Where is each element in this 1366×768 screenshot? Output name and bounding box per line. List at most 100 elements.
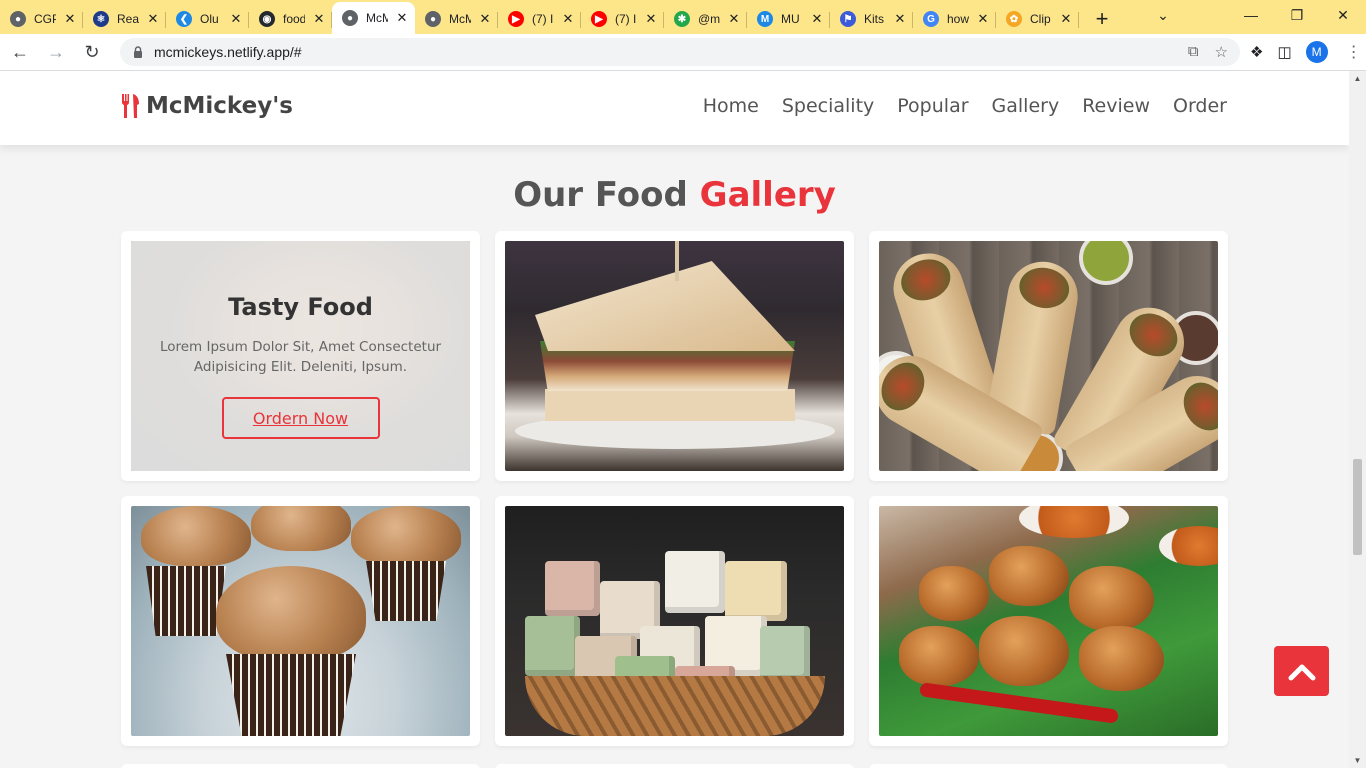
restore-button[interactable]: ❐ (1274, 0, 1320, 30)
minimize-button[interactable]: — (1228, 0, 1274, 30)
tab-title: (7) I (615, 12, 637, 26)
forward-button[interactable]: → (40, 36, 72, 68)
tab-title: Kits (864, 12, 885, 26)
browser-tab[interactable]: ✱ @m ✕ (664, 4, 747, 34)
utensils-icon (121, 94, 139, 118)
burger-image: Tasty Food Lorem Ipsum Dolor Sit, Amet C… (131, 241, 470, 471)
tab-close-icon[interactable]: ✕ (478, 11, 492, 27)
card-description: Lorem Ipsum Dolor Sit, Amet Consectetur … (159, 339, 442, 375)
tab-close-icon[interactable]: ✕ (63, 11, 77, 27)
share-icon[interactable]: ⧉ (1188, 43, 1199, 61)
tab-close-icon[interactable]: ✕ (312, 11, 326, 27)
nav-popular[interactable]: Popular (897, 95, 968, 117)
site-header: McMickey's Home Speciality Popular Galle… (0, 71, 1349, 145)
heading-prefix: Our Food (513, 175, 688, 215)
tab-close-icon[interactable]: ✕ (561, 11, 575, 27)
browser-tab[interactable]: ● McM ✕ (332, 2, 415, 34)
browser-tab[interactable]: ▶ (7) I ✕ (498, 4, 581, 34)
close-window-button[interactable]: ✕ (1320, 0, 1366, 30)
extensions-puzzle-icon[interactable]: ❖ (1250, 43, 1263, 61)
card-title: Tasty Food (228, 293, 373, 321)
tab-title: McM (449, 12, 471, 26)
scrollbar-thumb[interactable] (1353, 459, 1362, 555)
site-logo[interactable]: McMickey's (120, 93, 293, 119)
gallery-card-soap[interactable] (495, 496, 854, 746)
gallery-card-cupcakes[interactable] (121, 496, 480, 746)
browser-tab[interactable]: ▶ (7) I ✕ (581, 4, 664, 34)
browser-toolbar: ← → ↻ mcmickeys.netlify.app/# ⧉ ☆ ❖ ◫ M … (0, 34, 1366, 71)
new-tab-button[interactable]: + (1085, 4, 1119, 34)
tab-title: @m (698, 12, 720, 26)
nav-home[interactable]: Home (703, 95, 759, 117)
tab-close-icon[interactable]: ✕ (976, 11, 990, 27)
side-panel-icon[interactable]: ◫ (1277, 43, 1291, 61)
card-overlay: Tasty Food Lorem Ipsum Dolor Sit, Amet C… (131, 241, 470, 471)
next-row-card (495, 764, 854, 768)
page-viewport: McMickey's Home Speciality Popular Galle… (0, 71, 1349, 768)
vscode-icon: ❮ (176, 11, 192, 27)
asterisk-icon: ✱ (674, 11, 690, 27)
clipchamp-icon: ✿ (1006, 11, 1022, 27)
nav-order[interactable]: Order (1173, 95, 1227, 117)
browser-tab[interactable]: ⚛ React ✕ (83, 4, 166, 34)
window-controls: ⌄ — ❐ ✕ (1138, 0, 1366, 30)
browser-tab[interactable]: ◉ food ✕ (249, 4, 332, 34)
browser-tab[interactable]: Ghow ✕ (913, 4, 996, 34)
reload-button[interactable]: ↻ (76, 36, 108, 68)
gallery-grid: Tasty Food Lorem Ipsum Dolor Sit, Amet C… (121, 231, 1228, 746)
browser-tab[interactable]: M MU ✕ (747, 4, 830, 34)
tab-close-icon[interactable]: ✕ (1059, 11, 1073, 27)
browser-tab-strip: ● CGPA ✕ ⚛ React ✕ ❮ Olu ✕ ◉ food ✕ ● McM ✕ ● McM ✕ ▶ (7) I… (0, 0, 1366, 34)
tab-search-chevron-icon[interactable]: ⌄ (1138, 0, 1188, 30)
tab-close-icon[interactable]: ✕ (146, 11, 160, 27)
back-button[interactable]: ← (4, 36, 36, 68)
tab-close-icon[interactable]: ✕ (810, 11, 824, 27)
scroll-to-top-button[interactable] (1274, 646, 1329, 696)
nav-gallery[interactable]: Gallery (992, 95, 1060, 117)
cupcake-image (131, 506, 470, 736)
next-row-card (869, 764, 1228, 768)
tab-title: CGPA (34, 12, 56, 26)
tab-close-icon[interactable]: ✕ (229, 11, 243, 27)
profile-avatar[interactable]: M (1305, 41, 1328, 63)
gallery-card-burger: Tasty Food Lorem Ipsum Dolor Sit, Amet C… (121, 231, 480, 481)
tab-title: MU (781, 12, 800, 26)
youtube-icon: ▶ (508, 11, 524, 27)
google-icon: G (923, 11, 939, 27)
tab-title: McM (366, 11, 388, 25)
tab-title: React (117, 12, 139, 26)
globe-icon: ● (342, 10, 358, 26)
address-bar[interactable]: mcmickeys.netlify.app/# ⧉ ☆ (120, 38, 1240, 66)
gallery-card-sandwich[interactable] (495, 231, 854, 481)
github-icon: ◉ (259, 11, 275, 27)
globe-icon: ● (425, 11, 441, 27)
mui-icon: M (757, 11, 773, 27)
browser-tab[interactable]: ✿ Clip ✕ (996, 4, 1079, 34)
gallery-card-chicken[interactable] (869, 496, 1228, 746)
page-scrollbar[interactable]: ▲ ▼ (1349, 71, 1366, 768)
browser-tab[interactable]: ● McM ✕ (415, 4, 498, 34)
bookmark-star-icon[interactable]: ☆ (1215, 43, 1228, 61)
soap-cubes-image (505, 506, 844, 736)
tab-close-icon[interactable]: ✕ (644, 11, 658, 27)
lock-icon (134, 46, 142, 58)
scroll-up-arrow-icon[interactable]: ▲ (1349, 74, 1366, 83)
browser-tab[interactable]: ❮ Olu ✕ (166, 4, 249, 34)
browser-menu-icon[interactable]: ⋮ (1346, 42, 1362, 62)
order-now-button[interactable]: Ordern Now (221, 397, 380, 439)
nav-speciality[interactable]: Speciality (782, 95, 874, 117)
browser-tab[interactable]: ⚑ Kits ✕ (830, 4, 913, 34)
main-nav: Home Speciality Popular Gallery Review O… (703, 95, 1227, 117)
fried-chicken-image (879, 506, 1218, 736)
tab-close-icon[interactable]: ✕ (395, 10, 409, 26)
nav-review[interactable]: Review (1082, 95, 1150, 117)
scroll-down-arrow-icon[interactable]: ▼ (1349, 756, 1366, 765)
browser-tab[interactable]: ● CGPA ✕ (0, 4, 83, 34)
tab-close-icon[interactable]: ✕ (727, 11, 741, 27)
url-text: mcmickeys.netlify.app/# (154, 44, 302, 60)
tab-title: Clip (1030, 12, 1051, 26)
flag-icon: ⚑ (840, 11, 856, 27)
tab-close-icon[interactable]: ✕ (893, 11, 907, 27)
tab-title: Olu (200, 12, 219, 26)
gallery-card-wraps[interactable] (869, 231, 1228, 481)
